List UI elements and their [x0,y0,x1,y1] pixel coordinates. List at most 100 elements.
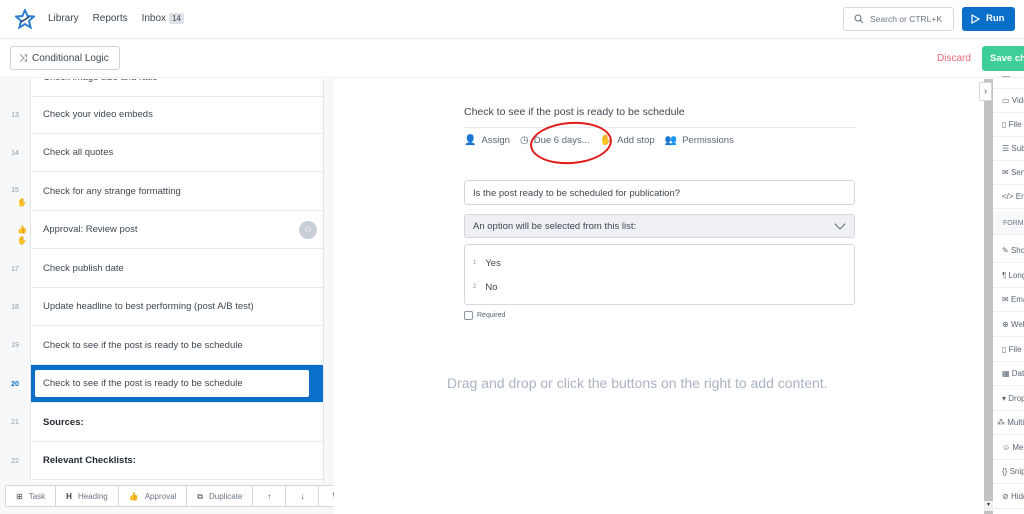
list-item-label: Approval: Review post [43,224,138,235]
widget-label: Members [1012,443,1024,452]
item-number: 19 [11,342,19,349]
required-checkbox[interactable]: Required [464,311,505,320]
checklist-items[interactable]: Check image size and ratio Check your vi… [30,79,324,482]
move-up-icon: ↑ [267,492,272,501]
task-title[interactable]: Check to see if the post is ready to be … [464,106,685,118]
widget-dropdown[interactable]: ▾ Dropdown [993,387,1024,411]
widget-file-upload[interactable]: ▯ File Upload [993,338,1024,362]
widget-snippet[interactable]: {} Snippet [993,460,1024,484]
assign-button[interactable]: 👤 Assign [464,135,510,146]
option-number: 2 [473,284,477,291]
list-item[interactable]: Check your video embeds [31,96,323,134]
widget-video[interactable]: ▭ Video [993,89,1024,113]
selected-item-input[interactable]: Check to see if the post is ready to be … [35,370,309,397]
widget-item[interactable]: — [993,65,1024,89]
nav-library[interactable]: Library [48,13,79,24]
checkbox-box[interactable] [464,311,473,320]
list-item-heading[interactable]: Relevant Checklists: [31,442,323,480]
top-navigation-bar: Library Reports Inbox 14 Search or CTRL+K… [0,0,1024,39]
email-icon: ✉ [1002,168,1011,177]
add-approval-label: Approval [144,492,177,501]
move-up-button[interactable]: ↑ [253,486,287,506]
move-down-button[interactable]: ↓ [286,486,320,506]
task-editor: Check to see if the post is ready to be … [334,79,979,514]
nav-inbox[interactable]: Inbox 14 [142,13,184,24]
widget-hidden[interactable]: ⊘ Hidden [993,485,1024,509]
list-item-label: Check publish date [43,263,124,274]
run-button[interactable]: Run [962,7,1015,31]
add-task-button[interactable]: ⊞ Task [6,486,57,506]
list-item[interactable]: Check all quotes [31,134,323,172]
item-number: 21 [11,419,19,426]
widget-label: Subtasks [1011,144,1024,153]
option-item[interactable]: 1 Yes [473,258,501,269]
conditional-logic-button[interactable]: ⤨ Conditional Logic [10,46,120,70]
list-item-approval[interactable]: Approval: Review post ⚇ [31,211,323,249]
play-icon [971,14,980,24]
list-item-selected[interactable]: Check to see if the post is ready to be … [31,365,323,403]
widget-send-email[interactable]: ✉ Send Email [993,161,1024,185]
video-icon: ▭ [1002,96,1012,105]
widget-website[interactable]: ⊕ Website [993,313,1024,337]
widget-label: Multi Choice [1007,418,1024,427]
duplicate-button[interactable]: ⧉ Duplicate [187,486,254,506]
list-item-label: Check image size and ratio [43,79,158,83]
widget-label: Dropdown [1008,394,1024,403]
discard-button[interactable]: Discard [937,53,971,64]
collapse-panel-button[interactable]: › [979,82,992,101]
option-item[interactable]: 2 No [473,282,498,293]
editor-toolbar: ⤨ Conditional Logic Discard Save changes [0,40,1024,78]
delete-button[interactable]: 🗑 [319,486,334,506]
widget-embed[interactable]: </> Embed [993,185,1024,209]
globe-icon: ⊕ [1002,320,1011,329]
task-icon: ⊞ [16,492,23,501]
content-widgets-panel: ▾ › — ▭ Video ▯ File ☰ Subtasks ✉ Send E… [979,72,1024,514]
item-number: 15 [11,187,19,194]
list-item[interactable]: Check for any strange formatting [31,173,323,211]
option-label: Yes [485,258,501,269]
list-item-label: Check all quotes [43,147,114,158]
widget-short-text[interactable]: ✎ Short Text [993,239,1024,263]
widget-label: Long Text [1008,271,1024,280]
nav-reports[interactable]: Reports [93,13,128,24]
widget-multi-choice[interactable]: ⁂ Multi Choice [993,411,1024,435]
permissions-label: Permissions [682,135,734,146]
form-fields-header: FORM FIELDS [993,211,1024,235]
list-item[interactable]: Check to see if the post is ready to be … [31,327,323,365]
widget-label: Snippet [1009,467,1024,476]
search-placeholder: Search or CTRL+K [870,14,943,24]
widget-long-text[interactable]: ¶ Long Text [993,264,1024,288]
widget-file[interactable]: ▯ File [993,113,1024,137]
option-number: 1 [473,260,477,267]
add-approval-button[interactable]: 👍 Approval [119,486,188,506]
shuffle-icon: ⤨ [19,53,27,64]
multi-choice-icon: ⁂ [997,418,1008,427]
star-logo-icon[interactable] [15,9,35,29]
permissions-button[interactable]: 👥 Permissions [665,135,734,146]
widget-email[interactable]: ✉ Email [993,288,1024,312]
field-type-select[interactable]: An option will be selected from this lis… [464,214,855,238]
approval-group-icon[interactable]: ⚇ [299,221,317,239]
chevron-down-icon [834,218,846,230]
widget-label: Hidden [1010,492,1024,501]
add-heading-button[interactable]: H Heading [56,486,119,506]
scroll-down-arrow-icon[interactable]: ▾ [984,501,993,511]
widget-label: Video [1011,96,1024,105]
checklist-pane: Check image size and ratio Check your vi… [0,79,334,514]
scrollbar[interactable] [984,79,993,514]
search-input[interactable]: Search or CTRL+K [843,7,954,31]
approval-icon: 👍 [128,492,139,501]
widget-subtasks[interactable]: ☰ Subtasks [993,137,1024,161]
list-item-heading[interactable]: Sources: [31,404,323,442]
list-icon: ☰ [1002,144,1012,153]
widget-members[interactable]: ☺ Members [993,436,1024,460]
list-item[interactable]: Check publish date [31,250,323,288]
hidden-icon: ⊘ [1002,492,1011,501]
list-item[interactable]: Check image size and ratio [31,79,323,97]
list-item[interactable]: Update headline to best performing (post… [31,288,323,326]
nav-inbox-label: Inbox [141,13,167,24]
question-input[interactable]: Is the post ready to be scheduled for pu… [464,180,855,205]
file-icon: ▯ [1002,120,1009,129]
snippet-icon: {} [1002,467,1010,476]
widget-date[interactable]: ▦ Date [993,362,1024,386]
